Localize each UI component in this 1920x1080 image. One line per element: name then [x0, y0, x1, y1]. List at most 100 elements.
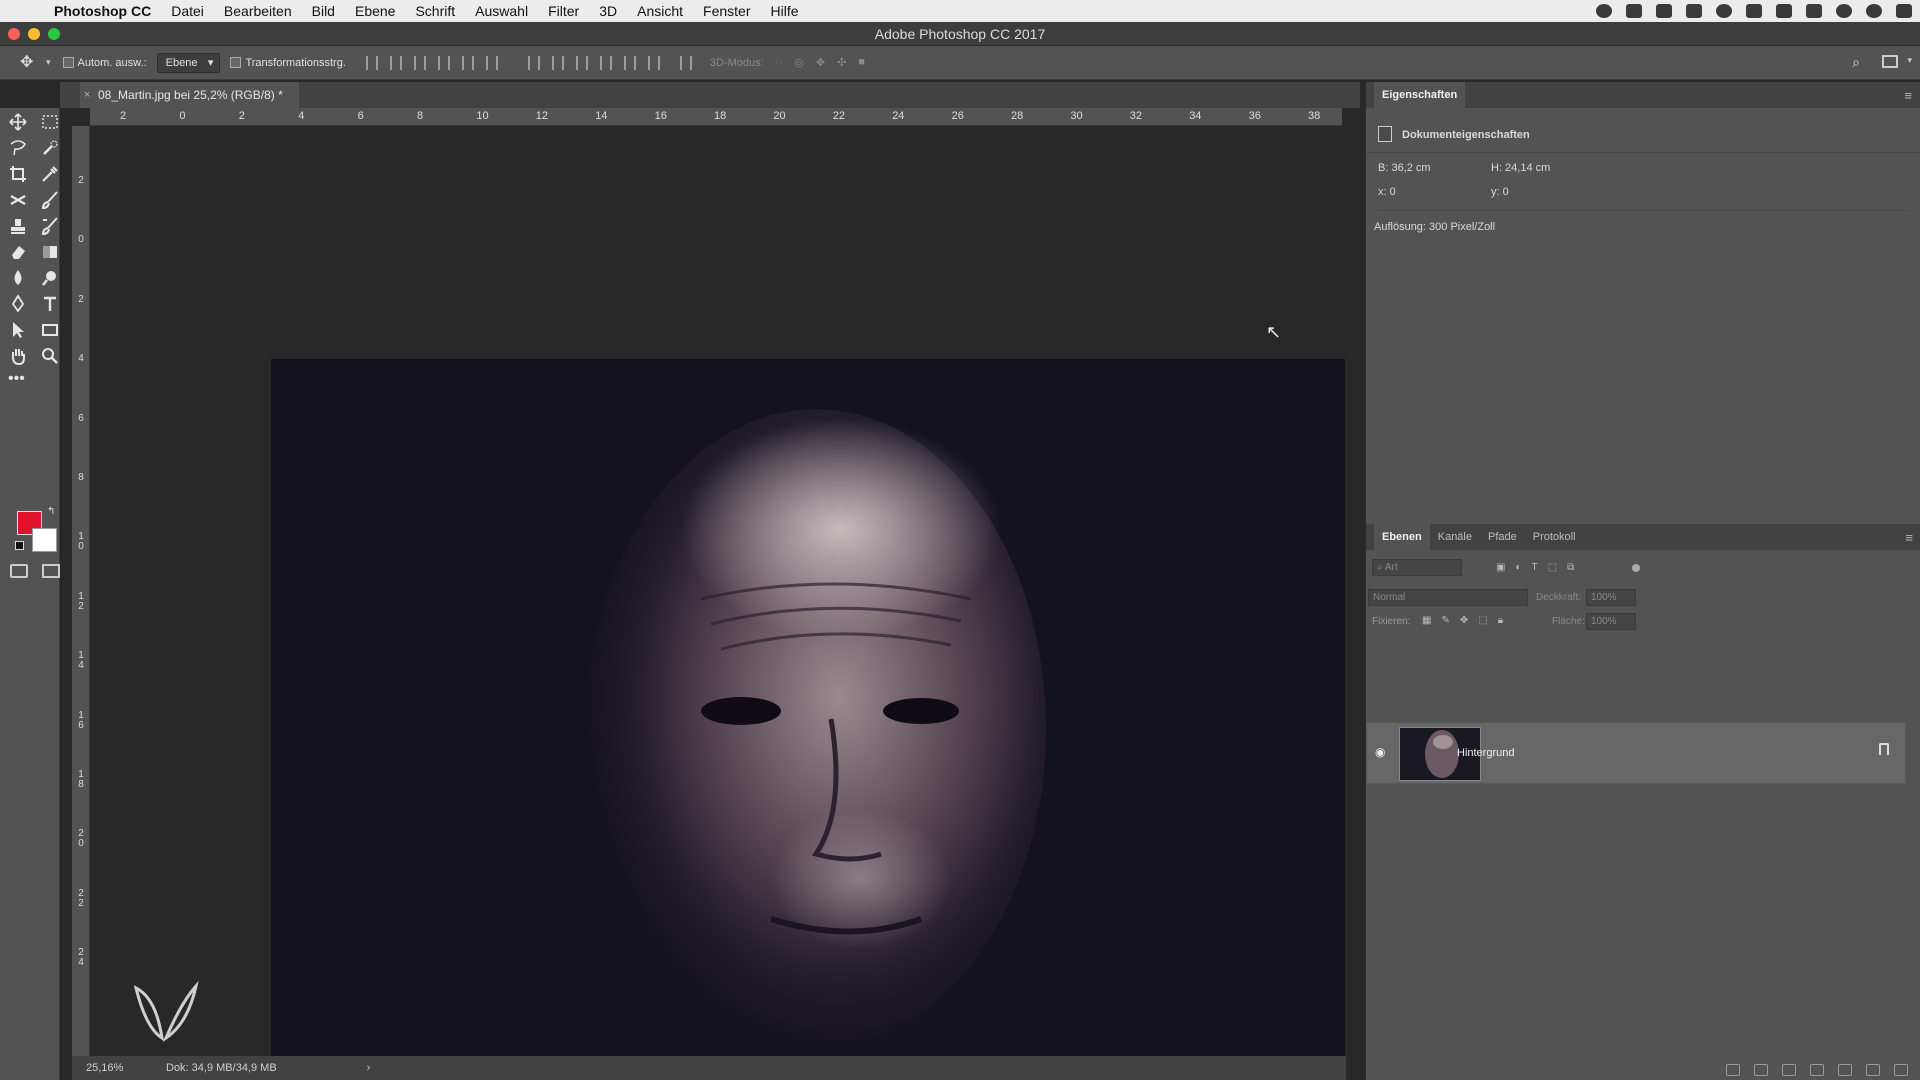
filter-shape-icon[interactable]: ⬚	[1548, 562, 1557, 573]
layer-filter-input[interactable]: ⌕ Art	[1372, 559, 1462, 576]
menu-3d[interactable]: 3D	[599, 3, 617, 19]
doc-width-value[interactable]: B: 36,2 cm	[1378, 162, 1431, 174]
background-color-swatch[interactable]	[32, 528, 57, 552]
eyedropper-tool-icon[interactable]	[40, 164, 60, 184]
gradient-tool-icon[interactable]	[40, 242, 60, 262]
delete-layer-icon[interactable]	[1894, 1064, 1908, 1076]
document-tab[interactable]: × 08_Martin.jpg bei 25,2% (RGB/8) *	[80, 82, 299, 108]
quick-selection-tool-icon[interactable]	[40, 138, 60, 158]
document-image[interactable]	[271, 359, 1345, 1077]
distribute-left-icon[interactable]	[599, 55, 612, 70]
tab-kanaele[interactable]: Kanäle	[1430, 524, 1480, 550]
filter-adjustment-icon[interactable]: ◐	[1515, 562, 1521, 573]
eraser-tool-icon[interactable]	[8, 242, 28, 262]
airplay-icon[interactable]	[1806, 4, 1822, 18]
lock-position-icon[interactable]: ✥	[1460, 615, 1468, 626]
dodge-tool-icon[interactable]	[40, 268, 60, 288]
filter-toggle[interactable]	[1632, 564, 1640, 572]
search-icon[interactable]: ⌕	[1852, 54, 1860, 71]
distribute-right-icon[interactable]	[647, 55, 660, 70]
marquee-tool-icon[interactable]	[40, 112, 60, 132]
pen-tool-icon[interactable]	[8, 294, 28, 314]
properties-panel-menu-icon[interactable]: ≡	[1904, 88, 1912, 103]
more-tools-icon[interactable]: •••	[8, 371, 28, 392]
menu-bild[interactable]: Bild	[312, 3, 335, 19]
app-menu[interactable]: Photoshop CC	[54, 3, 151, 19]
horizontal-ruler[interactable]: 2 0 2 4 6 8 10 12 14 16 18 20 22 24 26 28 30 32 34 36 38	[90, 108, 1342, 126]
notification-center-icon[interactable]	[1896, 4, 1912, 18]
display-icon[interactable]	[1656, 4, 1672, 18]
visibility-eye-icon[interactable]: ◉	[1375, 745, 1385, 759]
auto-select-dropdown[interactable]: Ebene	[156, 52, 221, 73]
canvas-area[interactable]: ↖	[90, 126, 1346, 1077]
lasso-tool-icon[interactable]	[8, 138, 28, 158]
adjustment-layer-icon[interactable]	[1810, 1064, 1824, 1076]
rectangle-tool-icon[interactable]	[40, 320, 60, 340]
zoom-window-button[interactable]	[48, 28, 60, 40]
history-brush-tool-icon[interactable]	[40, 216, 60, 236]
default-colors-icon[interactable]	[15, 541, 24, 550]
link-layers-icon[interactable]	[1726, 1064, 1740, 1076]
brush-tool-icon[interactable]	[40, 190, 60, 210]
lock-pixels-icon[interactable]: ✎	[1441, 615, 1449, 626]
path-selection-tool-icon[interactable]	[8, 320, 28, 340]
new-group-icon[interactable]	[1838, 1064, 1852, 1076]
workspace-icon[interactable]	[1882, 55, 1898, 68]
menu-filter[interactable]: Filter	[548, 3, 579, 19]
distribute-top-icon[interactable]	[527, 55, 540, 70]
menu-auswahl[interactable]: Auswahl	[475, 3, 528, 19]
menu-ansicht[interactable]: Ansicht	[637, 3, 683, 19]
tab-pfade[interactable]: Pfade	[1480, 524, 1525, 550]
minimize-window-button[interactable]	[28, 28, 40, 40]
crop-tool-icon[interactable]	[8, 164, 28, 184]
zoom-tool-icon[interactable]	[40, 346, 60, 366]
close-window-button[interactable]	[8, 28, 20, 40]
menu-ebene[interactable]: Ebene	[355, 3, 395, 19]
align-bottom-icon[interactable]	[413, 55, 426, 70]
vertical-ruler[interactable]: 2 0 2 4 6 8 1 0 1 2 1 4 1 6 1 8 2 0 2 2 2 4	[72, 126, 90, 1056]
menu-fenster[interactable]: Fenster	[703, 3, 750, 19]
menu-bearbeiten[interactable]: Bearbeiten	[224, 3, 292, 19]
align-top-icon[interactable]	[365, 55, 378, 70]
new-layer-icon[interactable]	[1866, 1064, 1880, 1076]
tab-eigenschaften[interactable]: Eigenschaften	[1374, 82, 1466, 108]
doc-x-value[interactable]: x: 0	[1378, 186, 1396, 198]
filter-smartobject-icon[interactable]: ⧉	[1567, 562, 1574, 573]
close-document-icon[interactable]: ×	[84, 89, 90, 101]
doc-y-value[interactable]: y: 0	[1491, 186, 1509, 198]
align-vcenter-icon[interactable]	[389, 55, 402, 70]
lock-artboard-icon[interactable]: ⬚	[1478, 615, 1487, 626]
time-machine-icon[interactable]	[1716, 4, 1732, 18]
distribute-vcenter-icon[interactable]	[551, 55, 564, 70]
distribute-hcenter-icon[interactable]	[623, 55, 636, 70]
clone-stamp-tool-icon[interactable]	[8, 216, 28, 236]
3d-roll-icon[interactable]: ◎	[794, 56, 804, 69]
3d-pan-icon[interactable]: ✥	[816, 56, 825, 69]
distribute-bottom-icon[interactable]	[575, 55, 588, 70]
opacity-input[interactable]: 100%	[1586, 589, 1636, 606]
hand-tool-icon[interactable]	[8, 346, 28, 366]
tool-preset-chevron-icon[interactable]: ▾	[46, 57, 51, 68]
zoom-level[interactable]: 25,16%	[86, 1062, 146, 1074]
3d-slide-icon[interactable]: ✣	[837, 56, 846, 69]
healing-brush-tool-icon[interactable]	[8, 190, 28, 210]
add-mask-icon[interactable]	[1782, 1064, 1796, 1076]
align-hcenter-icon[interactable]	[461, 55, 474, 70]
layer-row-hintergrund[interactable]: ◉ Hintergrund	[1366, 722, 1906, 784]
siri-icon[interactable]	[1866, 4, 1882, 18]
app-status-icon[interactable]	[1686, 4, 1702, 18]
blur-tool-icon[interactable]	[8, 268, 28, 288]
swap-colors-icon[interactable]: ↰	[47, 506, 55, 517]
creative-cloud-icon[interactable]	[1626, 4, 1642, 18]
screen-mode-icon[interactable]	[42, 564, 60, 578]
menu-schrift[interactable]: Schrift	[415, 3, 455, 19]
align-left-icon[interactable]	[437, 55, 450, 70]
3d-scale-icon[interactable]: ■	[858, 56, 865, 69]
auto-select-checkbox[interactable]	[62, 57, 74, 68]
tab-protokoll[interactable]: Protokoll	[1525, 524, 1584, 550]
record-icon[interactable]	[1596, 4, 1612, 18]
lock-all-icon[interactable]: 🔒︎	[1498, 615, 1503, 626]
blend-mode-select[interactable]: Normal	[1368, 589, 1528, 606]
filter-pixel-icon[interactable]: ▣	[1496, 562, 1505, 573]
lock-transparency-icon[interactable]: ▦	[1422, 615, 1431, 626]
